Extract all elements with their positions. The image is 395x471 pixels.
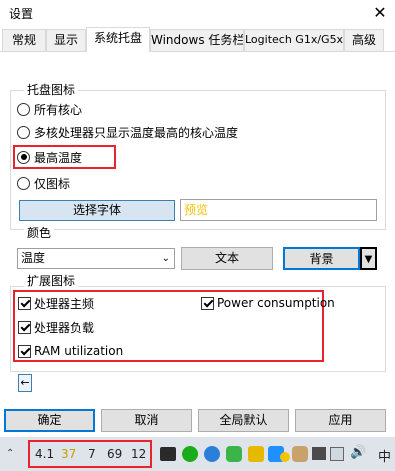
- network-icon[interactable]: [312, 447, 326, 460]
- window-title: 设置: [9, 7, 34, 21]
- app-tray-icon[interactable]: [330, 447, 344, 461]
- app-tray-icon[interactable]: [160, 447, 176, 461]
- check-power-consumption[interactable]: Power consumption: [201, 294, 335, 312]
- check-label: 处理器负载: [34, 320, 95, 335]
- radio-hottest-core[interactable]: 多核处理器只显示温度最高的核心温度: [17, 123, 238, 141]
- wechat-icon[interactable]: [182, 446, 198, 462]
- tray-icon-group-label: 托盘图标: [24, 83, 79, 97]
- pointer-icon: ←: [18, 374, 32, 392]
- radio-max-temp[interactable]: 最高温度: [17, 148, 82, 166]
- radio-selected-icon[interactable]: [17, 150, 30, 164]
- tab-general[interactable]: 常规: [2, 29, 46, 51]
- check-label: Power consumption: [217, 296, 335, 310]
- check-cpu-load[interactable]: 处理器负载: [18, 318, 94, 336]
- radio-all-cores[interactable]: 所有核心: [17, 100, 82, 118]
- radio-label: 多核处理器只显示温度最高的核心温度: [34, 125, 239, 140]
- radio-label: 最高温度: [34, 150, 83, 165]
- app-tray-icon[interactable]: [248, 446, 264, 462]
- tab-windows-taskbar[interactable]: Windows 任务栏: [150, 29, 244, 51]
- radio-label: 仅图标: [34, 176, 71, 191]
- tab-logitech[interactable]: Logitech G1x/G5xx: [244, 29, 344, 51]
- cloud-icon[interactable]: [204, 446, 220, 462]
- background-color-button[interactable]: 背景: [283, 247, 360, 270]
- font-preview: 预览: [180, 199, 377, 221]
- radio-icon-only[interactable]: 仅图标: [17, 174, 70, 192]
- radio-circle-icon[interactable]: [17, 102, 30, 116]
- tray-readout[interactable]: 37: [61, 446, 76, 462]
- color-source-select[interactable]: 温度 ⌄: [17, 248, 175, 269]
- tab-advanced[interactable]: 高级: [344, 29, 384, 51]
- tab-system-tray[interactable]: 系统托盘: [86, 27, 150, 52]
- volume-icon[interactable]: 🔊: [350, 445, 366, 460]
- title-bar: [0, 0, 395, 26]
- radio-circle-icon[interactable]: [17, 176, 30, 190]
- dropdown-arrow-icon[interactable]: ▼: [360, 247, 377, 270]
- tab-underline: [0, 51, 395, 52]
- checkbox-checked-icon[interactable]: [18, 296, 31, 310]
- ok-button[interactable]: 确定: [4, 409, 95, 432]
- checkbox-checked-icon[interactable]: [201, 296, 214, 310]
- text-color-button[interactable]: 文本: [181, 247, 273, 270]
- select-value: 温度: [21, 251, 46, 265]
- check-ram-utilization[interactable]: RAM utilization: [18, 342, 123, 360]
- check-label: 处理器主频: [34, 296, 95, 311]
- radio-label: 所有核心: [34, 102, 83, 117]
- checkbox-checked-icon[interactable]: [18, 344, 31, 358]
- tray-readout[interactable]: 7: [88, 446, 96, 462]
- app-tray-icon[interactable]: [226, 446, 242, 462]
- extended-icon-group-label: 扩展图标: [24, 274, 79, 288]
- tray-readout[interactable]: 4.1: [35, 446, 54, 462]
- chevron-down-icon: ⌄: [161, 253, 170, 264]
- radio-circle-icon[interactable]: [17, 125, 30, 139]
- cancel-button[interactable]: 取消: [101, 409, 192, 432]
- global-defaults-button[interactable]: 全局默认: [198, 409, 289, 432]
- check-cpu-frequency[interactable]: 处理器主频: [18, 294, 94, 312]
- badge-icon: [280, 452, 290, 462]
- close-icon[interactable]: ✕: [369, 2, 391, 24]
- check-label: RAM utilization: [34, 344, 124, 358]
- tray-readout[interactable]: 12: [131, 446, 146, 462]
- tab-display[interactable]: 显示: [46, 29, 86, 51]
- ime-indicator[interactable]: 中: [378, 446, 391, 465]
- tray-readout[interactable]: 69: [107, 446, 122, 462]
- chevron-up-icon[interactable]: ⌃: [6, 448, 14, 459]
- apply-button[interactable]: 应用: [295, 409, 386, 432]
- app-tray-icon[interactable]: [292, 446, 308, 462]
- choose-font-button[interactable]: 选择字体: [19, 200, 175, 221]
- color-group-label: 颜色: [24, 226, 55, 240]
- checkbox-checked-icon[interactable]: [18, 320, 31, 334]
